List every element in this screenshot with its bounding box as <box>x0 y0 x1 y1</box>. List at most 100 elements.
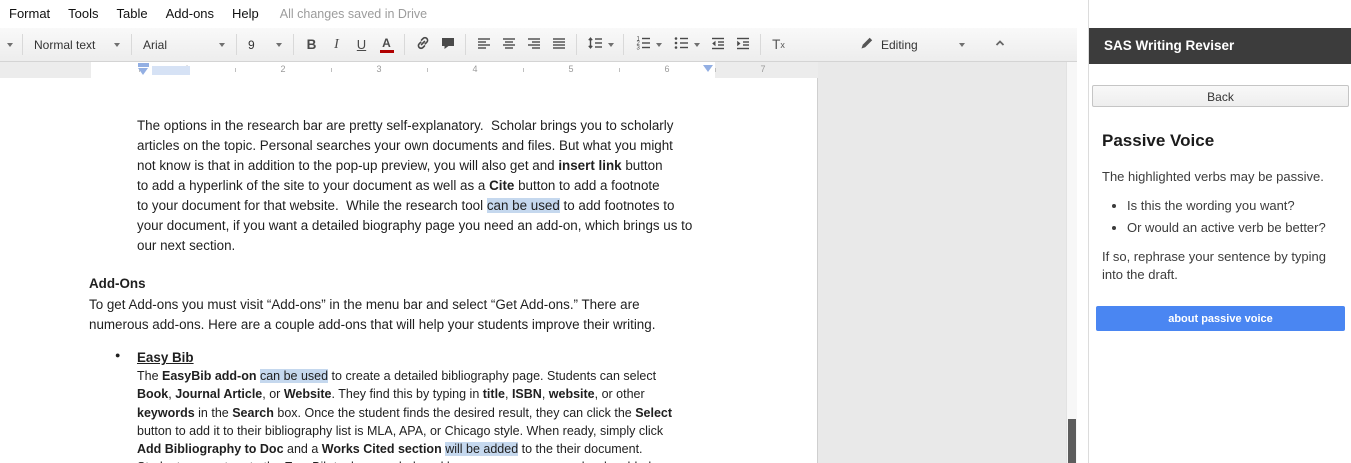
align-justify-button[interactable] <box>546 33 571 57</box>
mode-dropdown[interactable]: Editing <box>853 33 971 57</box>
text-color-button[interactable]: A <box>374 33 399 57</box>
menu-item[interactable]: Format <box>0 0 59 28</box>
font-size-value: 9 <box>248 37 255 52</box>
chevron-down-icon <box>656 42 662 47</box>
toolbar-separator <box>465 34 466 55</box>
paragraph-easybib[interactable]: The EasyBib add-on can be used to create… <box>137 367 672 463</box>
toolbar: Normal text Arial 9 B I U A 1 2 3 T x Ed… <box>0 28 1077 62</box>
sidebar-bullet-item: Or would an active verb be better? <box>1127 220 1351 235</box>
clear-formatting-x: x <box>780 39 785 50</box>
link-icon <box>414 34 432 55</box>
sidebar-bullet-item: Is this the wording you want? <box>1127 198 1351 213</box>
align-left-button[interactable] <box>471 33 496 57</box>
ruler-number: 2 <box>280 64 286 74</box>
sidebar-header: SAS Writing Reviser <box>1089 28 1351 64</box>
document-scrollbar[interactable] <box>1066 62 1077 463</box>
chevron-down-icon <box>276 42 282 47</box>
menu-item[interactable]: Table <box>108 0 157 28</box>
left-indent-marker[interactable] <box>138 68 148 75</box>
paragraph-get-addons[interactable]: To get Add-ons you must visit “Add-ons” … <box>89 295 655 335</box>
toolbar-separator <box>623 34 624 55</box>
doc-line: Add Bibliography to Doc and a Works Cite… <box>137 442 643 457</box>
doc-line: to your document for that website. While… <box>137 198 675 213</box>
sidebar-intro-text: The highlighted verbs may be passive. <box>1102 169 1324 184</box>
ruler-number: 7 <box>760 64 766 74</box>
toolbar-separator <box>293 34 294 55</box>
text-color-swatch <box>379 50 394 53</box>
mode-label: Editing <box>881 37 918 52</box>
back-button[interactable]: Back <box>1092 85 1349 107</box>
chevron-down-icon <box>694 42 700 47</box>
clear-formatting-button[interactable]: Tx <box>766 33 791 57</box>
heading-add-ons[interactable]: Add-Ons <box>89 276 146 291</box>
outdent-button[interactable] <box>705 33 730 57</box>
bullet-marker: ● <box>115 350 121 360</box>
about-passive-voice-button[interactable]: about passive voice <box>1096 306 1345 331</box>
italic-button[interactable]: I <box>324 33 349 57</box>
numbered-list-icon: 123 <box>634 34 652 55</box>
menu-item[interactable]: Help <box>223 0 268 28</box>
scrollbar-thumb[interactable] <box>1068 419 1076 463</box>
underline-button[interactable]: U <box>349 33 374 57</box>
ruler-number: 3 <box>376 64 382 74</box>
line-spacing-button[interactable] <box>582 33 618 57</box>
bulleted-list-button[interactable] <box>667 33 705 57</box>
doc-line: your document, if you want a detailed bi… <box>137 218 693 233</box>
toolbar-separator <box>760 34 761 55</box>
toolbar-separator <box>404 34 405 55</box>
align-center-icon <box>500 34 518 55</box>
sidebar-outro-text: If so, rephrase your sentence by typing … <box>1102 249 1327 282</box>
doc-line: not know is that in addition to the pop-… <box>137 158 663 173</box>
doc-line: To get Add-ons you must visit “Add-ons” … <box>89 297 640 312</box>
bold-button[interactable]: B <box>299 33 324 57</box>
menu-item[interactable]: Tools <box>59 0 107 28</box>
right-indent-marker[interactable] <box>703 65 713 72</box>
doc-line: Easy Bib <box>137 350 194 365</box>
chevron-down-icon <box>219 42 225 47</box>
ruler-number: 4 <box>472 64 478 74</box>
outdent-icon <box>709 34 727 55</box>
paragraph-style-dropdown[interactable]: Normal text <box>28 33 126 57</box>
align-right-button[interactable] <box>521 33 546 57</box>
comment-bubble-icon <box>439 34 457 55</box>
menu-item[interactable]: Add-ons <box>157 0 223 28</box>
numbered-list-button[interactable]: 123 <box>629 33 667 57</box>
menu-items: Format Tools Table Add-ons Help <box>0 0 268 28</box>
doc-line: our next section. <box>137 238 236 253</box>
toolbar-overflow-caret[interactable] <box>3 33 17 57</box>
insert-comment-button[interactable] <box>435 33 460 57</box>
chevron-down-icon <box>114 42 120 47</box>
doc-line: keywords in the Search box. Once the stu… <box>137 405 673 420</box>
chevron-down-icon <box>959 42 965 47</box>
font-size-dropdown[interactable]: 9 <box>242 33 288 57</box>
font-family-dropdown[interactable]: Arial <box>137 33 231 57</box>
document-canvas: The options in the research bar are pret… <box>0 78 1066 463</box>
ruler-left-margin-zone <box>0 62 91 78</box>
toolbar-separator <box>22 34 23 55</box>
toolbar-separator <box>131 34 132 55</box>
toolbar-separator <box>576 34 577 55</box>
text-color-glyph: A <box>382 36 391 50</box>
font-family-value: Arial <box>143 37 168 52</box>
collapse-toolbar-button[interactable] <box>987 33 1012 57</box>
indent-icon <box>734 34 752 55</box>
doc-line: The EasyBib add-on can be used to create… <box>137 369 657 383</box>
doc-line: to add a hyperlink of the site to your d… <box>137 178 660 193</box>
first-line-indent-marker[interactable] <box>138 63 149 67</box>
sidebar-bullet-list: Is this the wording you want? Or would an… <box>1103 198 1351 235</box>
bulleted-list-icon <box>672 34 690 55</box>
app-window: Format Tools Table Add-ons Help All changes … <box>0 0 1351 463</box>
chevron-down-icon <box>7 42 13 47</box>
indent-button[interactable] <box>730 33 755 57</box>
bullet-item-easybib-title[interactable]: Easy Bib <box>137 348 194 367</box>
align-left-icon <box>475 34 493 55</box>
align-center-button[interactable] <box>496 33 521 57</box>
sidebar-body: Back Passive Voice The highlighted verbs… <box>1089 64 1351 463</box>
ruler-selection-strip <box>152 66 190 75</box>
paragraph-research-bar[interactable]: The options in the research bar are pret… <box>137 116 692 256</box>
doc-line: button to add it to their bibliography l… <box>137 423 664 438</box>
ruler: 1234567 <box>0 62 1066 78</box>
insert-link-button[interactable] <box>410 33 435 57</box>
document-page[interactable]: The options in the research bar are pret… <box>0 78 818 463</box>
toolbar-separator <box>236 34 237 55</box>
